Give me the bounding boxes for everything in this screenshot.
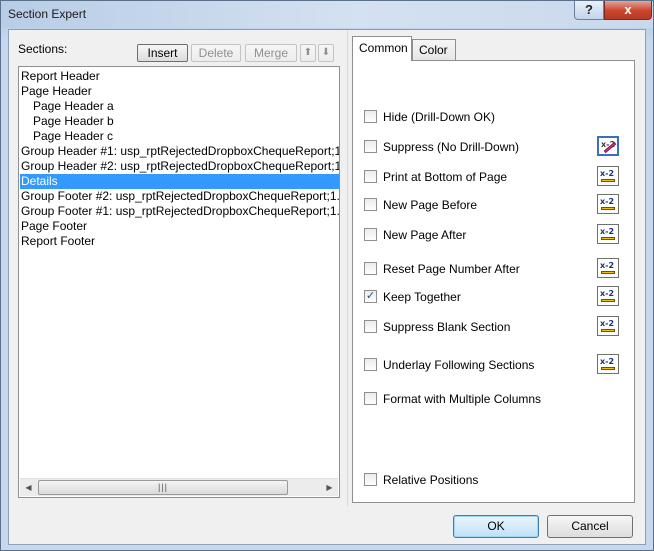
- formula-x2-glyph: x-2: [600, 197, 615, 206]
- section-list-item[interactable]: Group Footer #2: usp_rptRejectedDropboxC…: [20, 189, 339, 204]
- horizontal-scrollbar[interactable]: ◀ ||| ▶: [20, 478, 338, 496]
- checkbox[interactable]: [364, 198, 377, 211]
- formula-x2-glyph: x-2: [600, 227, 615, 236]
- option-label: Keep Together: [383, 290, 461, 304]
- section-list-item[interactable]: Page Footer: [20, 219, 339, 234]
- checkbox[interactable]: [364, 262, 377, 275]
- tab-color[interactable]: Color: [412, 39, 456, 60]
- option-label: New Page After: [383, 228, 467, 242]
- checkbox[interactable]: ✓: [364, 290, 377, 303]
- option-label: Hide (Drill-Down OK): [383, 110, 496, 124]
- checkbox[interactable]: [364, 392, 377, 405]
- sections-label: Sections:: [18, 42, 68, 56]
- section-list-item[interactable]: Page Header: [20, 84, 339, 99]
- pencil-icon: [601, 329, 615, 332]
- insert-button[interactable]: Insert: [137, 44, 188, 62]
- ok-button[interactable]: OK: [453, 515, 539, 538]
- formula-button-icon[interactable]: x-2: [597, 224, 619, 244]
- pencil-icon: [601, 237, 615, 240]
- formula-button-icon[interactable]: x-2: [597, 136, 619, 156]
- section-list-item[interactable]: Group Header #1: usp_rptRejectedDropboxC…: [20, 144, 339, 159]
- option-label: Format with Multiple Columns: [383, 392, 542, 406]
- checkbox[interactable]: [364, 473, 377, 486]
- window-title: Section Expert: [8, 7, 87, 21]
- checkbox[interactable]: [364, 110, 377, 123]
- pencil-icon: [601, 271, 615, 274]
- sections-list[interactable]: ◀ ||| ▶ Report Header Page Header Page Hea…: [18, 66, 340, 498]
- help-button[interactable]: ?: [574, 1, 604, 20]
- delete-button[interactable]: Delete: [191, 44, 241, 62]
- formula-x2-glyph: x-2: [600, 319, 615, 328]
- pencil-icon: [601, 367, 615, 370]
- section-list-item[interactable]: Group Header #2: usp_rptRejectedDropboxC…: [20, 159, 339, 174]
- section-list-item[interactable]: Page Header b: [20, 114, 339, 129]
- formula-button-icon[interactable]: x-2: [597, 166, 619, 186]
- section-list-item[interactable]: Group Footer #1: usp_rptRejectedDropboxC…: [20, 204, 339, 219]
- checkbox[interactable]: [364, 320, 377, 333]
- merge-button[interactable]: Merge: [245, 44, 297, 62]
- formula-button-icon[interactable]: x-2: [597, 316, 619, 336]
- option-label: Suppress Blank Section: [383, 320, 511, 334]
- common-tab-panel: Hide (Drill-Down OK) Suppress (No Drill-D…: [352, 60, 635, 503]
- section-list-item[interactable]: Details: [20, 174, 339, 189]
- cancel-button[interactable]: Cancel: [547, 515, 633, 538]
- sections-pane: Sections: Insert Delete Merge ⬆ ⬇ ◀ ||| …: [9, 30, 348, 506]
- section-list-item[interactable]: Report Footer: [20, 234, 339, 249]
- pencil-icon: [601, 179, 615, 182]
- section-list-item[interactable]: Report Header: [20, 69, 339, 84]
- checkbox[interactable]: [364, 140, 377, 153]
- formula-x2-glyph: x-2: [600, 261, 615, 270]
- pencil-icon: [601, 207, 615, 210]
- formula-button-icon[interactable]: x-2: [597, 286, 619, 306]
- section-expert-window: Section Expert ? x Sections: Insert Dele…: [0, 0, 654, 551]
- formula-x2-glyph: x-2: [600, 169, 615, 178]
- checkbox[interactable]: [364, 228, 377, 241]
- pencil-icon: [601, 299, 615, 302]
- tab-common[interactable]: Common: [352, 36, 412, 61]
- option-label: Relative Positions: [383, 473, 479, 487]
- option-label: Suppress (No Drill-Down): [383, 140, 520, 154]
- move-down-button[interactable]: ⬇: [318, 44, 334, 62]
- option-label: Print at Bottom of Page: [383, 170, 508, 184]
- checkbox[interactable]: [364, 358, 377, 371]
- scroll-left-arrow-icon[interactable]: ◀: [20, 479, 37, 496]
- formula-button-icon[interactable]: x-2: [597, 194, 619, 214]
- move-up-button[interactable]: ⬆: [300, 44, 316, 62]
- formula-button-icon[interactable]: x-2: [597, 354, 619, 374]
- section-list-item[interactable]: Page Header a: [20, 99, 339, 114]
- options-pane: Common Color Hide (Drill-Down OK) Suppres…: [348, 30, 645, 506]
- option-label: New Page Before: [383, 198, 478, 212]
- section-list-item[interactable]: Page Header c: [20, 129, 339, 144]
- close-button[interactable]: x: [604, 1, 652, 20]
- formula-button-icon[interactable]: x-2: [597, 258, 619, 278]
- option-label: Underlay Following Sections: [383, 358, 535, 372]
- formula-x2-glyph: x-2: [600, 289, 615, 298]
- dialog-client: Sections: Insert Delete Merge ⬆ ⬇ ◀ ||| …: [8, 29, 646, 545]
- formula-x2-glyph: x-2: [600, 357, 615, 366]
- option-label: Reset Page Number After: [383, 262, 520, 276]
- title-bar[interactable]: Section Expert ? x: [1, 1, 653, 28]
- checkbox[interactable]: [364, 170, 377, 183]
- scroll-thumb[interactable]: |||: [38, 480, 288, 495]
- scroll-right-arrow-icon[interactable]: ▶: [321, 479, 338, 496]
